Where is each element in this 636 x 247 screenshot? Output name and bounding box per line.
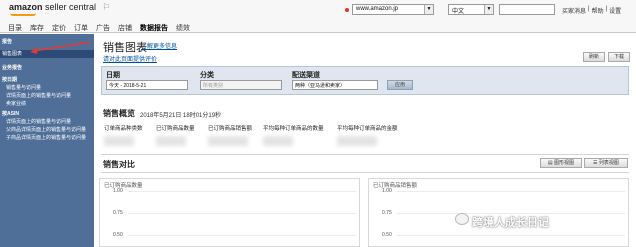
date-label: 日期 [106, 72, 120, 79]
channel-label: 配送渠道 [292, 72, 320, 79]
tick-label: 1.00 [113, 188, 123, 194]
divider [101, 172, 629, 173]
gridline [128, 235, 356, 236]
tick-label: 0.50 [382, 232, 392, 238]
gridline [397, 235, 625, 236]
sidebar-item-child-detail[interactable]: 子商品详情页面上的销售量与访问量 [6, 134, 86, 141]
sidebar-heading-reports: 报告 [2, 39, 13, 45]
watermark: 跨境人成长日记 [472, 217, 549, 229]
compare-title: 销售对比 [103, 160, 135, 169]
marketplace-select[interactable]: www.amazon.jp ▼ [352, 4, 434, 15]
date-select[interactable]: 今天 - 2018-5-21 [106, 80, 188, 90]
separator: | [605, 6, 608, 12]
buyer-messages-link[interactable]: 买家消息 [562, 6, 586, 15]
graph-view-label: 图形视图 [554, 160, 575, 166]
metric-avg-sales: 平均每种订单商品的金额 [337, 126, 398, 132]
table-view-label: 列表视图 [598, 160, 619, 166]
separator: | [588, 6, 590, 12]
nav-stores[interactable]: 店铺 [118, 23, 132, 33]
metric-value-blurred [156, 136, 186, 146]
wechat-logo-icon [455, 213, 469, 225]
units-chart: 已订购商品数量 1.00 0.75 0.50 [99, 178, 360, 247]
table-view-button[interactable]: ☰ 列表视图 [584, 158, 628, 168]
logo[interactable]: amazon seller central [9, 2, 96, 12]
top-links: 买家消息 | 帮助 | 设置 [562, 6, 623, 15]
channel-select[interactable]: 两种（亚马逊和卖家） [292, 80, 378, 90]
sales-chart-title: 已订购商品销售额 [373, 183, 418, 189]
sidebar-item-detail-sales-traffic[interactable]: 详情页面上的销售量与访问量 [6, 92, 71, 99]
tick-label: 0.50 [113, 232, 123, 238]
main-content: 销售图表 了解更多信息 请对此页面提供评价 刷新 下载 日期 今天 - 2018… [94, 34, 636, 247]
graph-view-button[interactable]: ▤ 图形视图 [540, 158, 582, 168]
divider [101, 154, 629, 155]
category-label: 分类 [200, 72, 214, 79]
logo-sub: seller central [45, 2, 97, 12]
nav-performance[interactable]: 绩效 [176, 23, 190, 33]
sidebar: 报告 销售图表 业务报告 按日期 销售量与访问量 详情页面上的销售量与访问量 卖… [0, 34, 94, 247]
nav-catalog[interactable]: 目录 [8, 23, 22, 33]
metric-value-blurred [337, 136, 377, 146]
channel-value: 两种（亚马逊和卖家） [295, 83, 346, 89]
category-value: 所有类别 [203, 83, 224, 89]
language-value: 中文 [452, 9, 465, 15]
help-link[interactable]: 帮助 [592, 6, 604, 15]
sidebar-item-asin-detail[interactable]: 详情页面上的销售量与访问量 [6, 118, 71, 125]
tick-label: 0.75 [382, 210, 392, 216]
sidebar-item-parent-detail[interactable]: 父商品详情页面上的销售量与访问量 [6, 126, 86, 133]
sidebar-heading-business: 业务报告 [2, 65, 23, 71]
date-value: 今天 - 2018-5-21 [109, 83, 147, 89]
overview-timestamp: 2018年5月21日 18时01分19秒 [140, 113, 222, 119]
search-input[interactable] [499, 4, 555, 15]
gridline [397, 191, 625, 192]
chevron-down-icon: ▼ [484, 5, 493, 14]
notification-dot-icon [345, 8, 349, 12]
logo-smile-icon [10, 13, 36, 16]
nav-advertising[interactable]: 广告 [96, 23, 110, 33]
metric-units-ordered: 已订购商品数量 [156, 126, 195, 132]
tick-label: 1.00 [382, 188, 392, 194]
overview-title: 销售概览 [103, 109, 135, 118]
marketplace-value: www.amazon.jp [356, 6, 399, 12]
gridline [128, 191, 356, 192]
metric-value-blurred [208, 136, 248, 146]
list-icon: ☰ [593, 160, 598, 166]
nav-orders[interactable]: 订单 [74, 23, 88, 33]
chart-icon: ▤ [547, 160, 553, 166]
tick-label: 0.75 [113, 210, 123, 216]
gridline [128, 213, 356, 214]
nav-reports[interactable]: 数据报告 [140, 23, 168, 33]
sidebar-item-sales-traffic[interactable]: 销售量与访问量 [6, 84, 41, 91]
nav-pricing[interactable]: 定价 [52, 23, 66, 33]
settings-link[interactable]: 设置 [609, 6, 621, 15]
nav-inventory[interactable]: 库存 [30, 23, 44, 33]
metric-value-blurred [104, 136, 134, 146]
metric-ordered-sales: 已订购商品销售额 [208, 126, 253, 132]
logo-text: amazon [9, 2, 43, 12]
sidebar-heading-by-asin: 按ASIN [2, 111, 19, 117]
language-select[interactable]: 中文 ▼ [448, 4, 494, 15]
sidebar-item-seller-performance[interactable]: 卖家业绩 [6, 100, 26, 107]
sidebar-heading-by-date: 按日期 [2, 77, 18, 83]
units-chart-title: 已订购商品数量 [104, 183, 143, 189]
rate-page-link[interactable]: 请对此页面提供评价 [103, 54, 157, 63]
metric-avg-units: 平均每种订单商品的数量 [263, 126, 324, 132]
download-button[interactable]: 下载 [608, 52, 630, 62]
chevron-down-icon: ▼ [424, 5, 433, 14]
learn-more-link[interactable]: 了解更多信息 [141, 41, 177, 50]
metric-value-blurred [263, 136, 293, 146]
sidebar-item-sales-dashboard[interactable]: 销售图表 [0, 50, 94, 58]
top-bar: amazon seller central ⚐ 目录 库存 定价 订单 广告 店… [0, 0, 636, 33]
flag-icon[interactable]: ⚐ [102, 2, 110, 13]
category-select[interactable]: 所有类别 [200, 80, 282, 90]
metric-order-items: 订单商品种类数 [104, 126, 143, 132]
refresh-button[interactable]: 刷新 [583, 52, 605, 62]
sales-chart: 已订购商品销售额 1.00 0.75 0.50 [368, 178, 629, 247]
main-nav: 目录 库存 定价 订单 广告 店铺 数据报告 绩效 [8, 23, 198, 33]
filter-bar: 日期 今天 - 2018-5-21 分类 所有类别 配送渠道 两种（亚马逊和卖家… [101, 66, 629, 95]
apply-button[interactable]: 应用 [387, 80, 413, 90]
